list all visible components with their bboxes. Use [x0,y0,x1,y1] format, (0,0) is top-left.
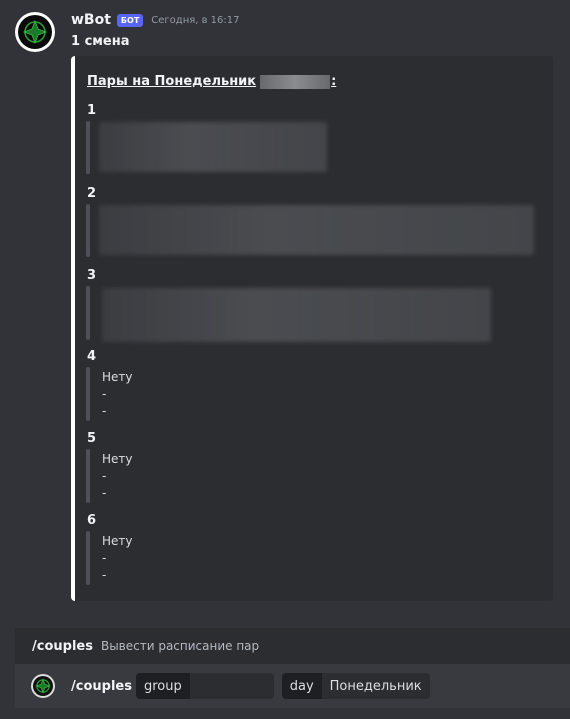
lesson-quote-bar [86,449,90,503]
redacted-lesson-details [99,122,327,172]
lesson-quote-bar [86,121,90,174]
option-value[interactable]: Понедельник [321,673,430,699]
bot-avatar[interactable] [15,12,55,52]
option-group[interactable]: group [135,673,274,699]
lesson-number: 1 [87,103,97,118]
lesson-number: 2 [87,186,97,201]
lesson-line: Нету [102,534,133,548]
option-day[interactable]: day Понедельник [281,673,430,699]
option-label: group [135,673,190,699]
command-suggestion[interactable]: /couples Вывести расписание пар [15,628,570,664]
lesson-number: 5 [87,431,97,446]
lesson-quote-bar [86,367,90,421]
lesson-line: - [102,387,107,401]
message-input[interactable]: /couples group day Понедельник [15,664,570,708]
lesson-line: - [102,469,107,483]
redacted-lesson-details [99,205,534,255]
input-command-name: /couples [71,678,132,694]
lesson-number: 4 [87,349,97,364]
lesson-line: - [102,486,107,500]
redacted-lesson-details [102,288,491,342]
author-name[interactable]: wBot [71,12,111,28]
option-value-redacted[interactable] [189,673,274,699]
embed-title-text: Пары на Понедельник [87,74,257,89]
message-header: wBot БОТ Сегодня, в 16:17 [71,10,240,30]
bot-avatar-icon [22,19,48,45]
lesson-line: - [102,404,107,418]
lesson-number: 6 [87,513,97,528]
schedule-embed: Пары на Понедельник : 1 2 3 4 Нету - - 5… [71,56,553,601]
command-suggestion-name[interactable]: /couples [32,639,93,654]
option-label: day [281,673,322,699]
lesson-quote-bar [86,286,90,340]
lesson-line: Нету [102,370,133,384]
message-text: 1 смена [71,34,130,49]
message-timestamp: Сегодня, в 16:17 [151,14,240,26]
lesson-quote-bar [86,204,90,257]
lesson-quote-bar [86,531,90,585]
bot-avatar-small-icon [35,678,51,694]
redacted-group-name [260,74,331,89]
lesson-line: - [102,551,107,565]
bot-avatar-small [31,674,55,698]
embed-title-colon: : [331,74,337,89]
command-suggestion-description: Вывести расписание пар [100,639,260,653]
lesson-line: Нету [102,452,133,466]
lesson-line: - [102,568,107,582]
lesson-number: 3 [87,268,97,283]
embed-accent-bar [71,56,75,601]
embed-title: Пары на Понедельник : [87,74,336,89]
bot-badge: БОТ [116,13,144,27]
